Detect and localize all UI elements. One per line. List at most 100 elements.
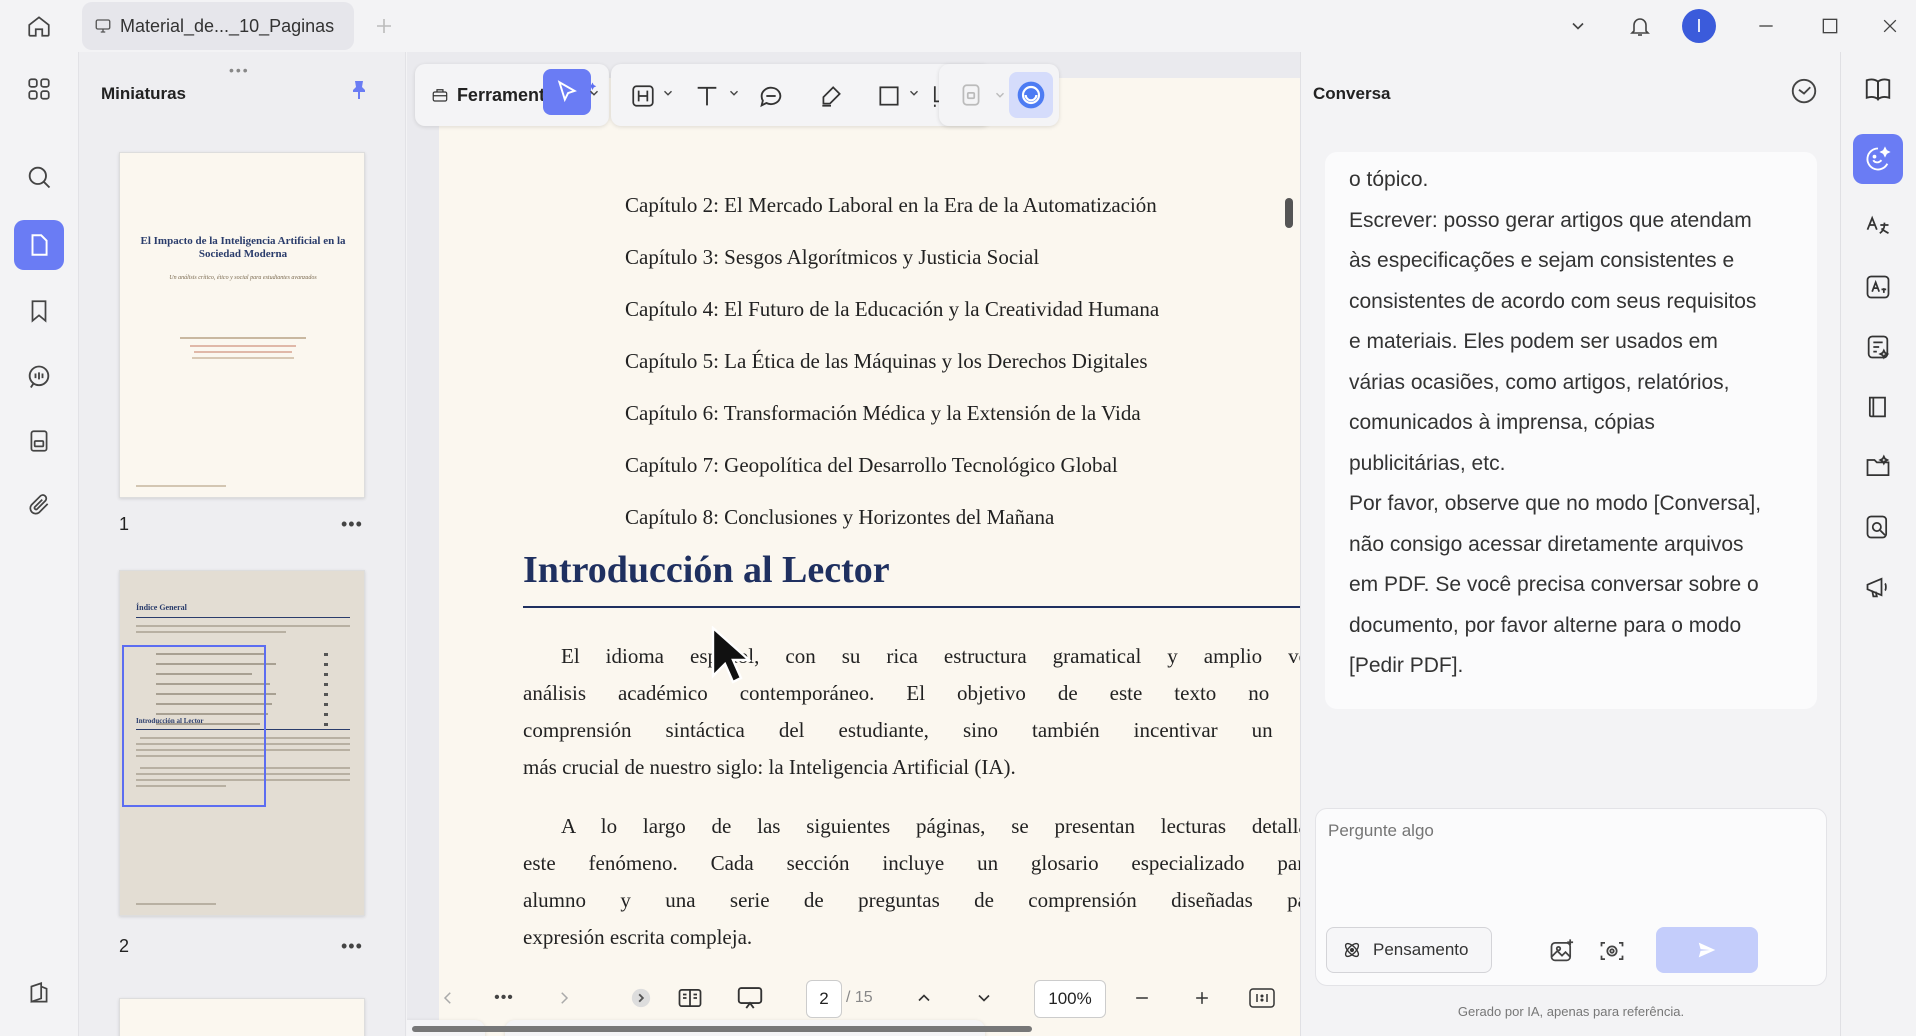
avatar[interactable]: I — [1682, 9, 1716, 43]
chevron-right-icon — [561, 992, 569, 1004]
chat-input[interactable] — [1328, 821, 1808, 841]
minimize-button[interactable] — [1748, 8, 1784, 44]
thumbnail-page-1-title: El Impacto de la Inteligencia Artificial… — [140, 235, 346, 260]
marker-icon — [822, 86, 841, 107]
chevron-down-icon[interactable] — [727, 86, 741, 100]
apps-button[interactable] — [14, 64, 64, 114]
thumbnail-line — [324, 653, 328, 656]
chevron-down-icon[interactable] — [661, 86, 675, 100]
next-button[interactable] — [546, 968, 582, 1028]
layers-button[interactable] — [14, 968, 64, 1018]
toc-entry[interactable]: Capítulo 7: Geopolítica del Desarrollo T… — [625, 453, 1118, 478]
document-tab[interactable]: Material_de..._10_Paginas — [82, 2, 354, 50]
message-line: e materiais. Eles podem ser usados em — [1349, 330, 1718, 353]
thumbnail-more-button[interactable]: ••• — [341, 514, 363, 535]
send-button[interactable] — [1656, 927, 1758, 973]
toc-entry[interactable]: Capítulo 2: El Mercado Laboral en la Era… — [625, 193, 1157, 218]
zoom-level[interactable]: 100% — [1034, 980, 1106, 1018]
thumbnail-line — [324, 693, 328, 696]
toc-entry[interactable]: Capítulo 5: La Ética de las Máquinas y l… — [625, 349, 1148, 374]
toc-entry[interactable]: Capítulo 8: Conclusiones y Horizontes de… — [625, 505, 1054, 530]
thumbnail-page-3[interactable] — [119, 998, 365, 1036]
comment-tool-button[interactable] — [751, 76, 791, 116]
close-button[interactable] — [1872, 8, 1908, 44]
insert-image-button[interactable] — [1544, 933, 1580, 969]
camera-icon — [1600, 941, 1624, 961]
tabs-dropdown-button[interactable] — [1560, 8, 1596, 44]
highlight-tool-button[interactable] — [811, 76, 851, 116]
right-rail — [1840, 52, 1916, 1036]
comments-button[interactable] — [14, 352, 64, 402]
plus-icon — [377, 19, 391, 33]
message-line: [Pedir PDF]. — [1349, 654, 1464, 677]
thinking-toggle-button[interactable]: Pensamento — [1326, 927, 1492, 973]
new-tab-button[interactable] — [372, 14, 396, 38]
search-icon — [28, 166, 51, 189]
message-line: Escrever: posso gerar artigos que atenda… — [1349, 208, 1752, 232]
thumbnails-button[interactable] — [14, 220, 64, 270]
ai-search-button[interactable] — [1853, 502, 1903, 552]
chevron-down-icon[interactable] — [993, 88, 1007, 102]
paragraph-line: expresión escrita compleja. — [523, 925, 753, 949]
panel-grip[interactable]: ••• — [229, 62, 250, 78]
megaphone-icon — [1866, 577, 1887, 598]
attachments-button[interactable] — [14, 480, 64, 530]
actual-size-button[interactable] — [1244, 968, 1280, 1028]
home-button[interactable] — [18, 10, 60, 42]
current-page-input[interactable]: 2 — [806, 980, 842, 1018]
ocr-translate-button[interactable] — [1853, 262, 1903, 312]
collapse-bar-button[interactable] — [626, 968, 656, 1028]
text-recognition-icon — [1866, 275, 1890, 299]
ai-chat-icon — [1866, 146, 1891, 171]
document-viewer[interactable]: Capítulo 2: El Mercado Laboral en la Era… — [407, 52, 1300, 1036]
page-down-button[interactable] — [964, 968, 1004, 1028]
horizontal-scrollbar[interactable] — [412, 1026, 1032, 1032]
search-button[interactable] — [14, 152, 64, 202]
screenshot-button[interactable] — [1594, 933, 1630, 969]
library-button[interactable] — [1853, 382, 1903, 432]
page-layout-button[interactable] — [670, 968, 710, 1028]
paragraph-line: comprensión sintáctica del estudiante, s… — [523, 718, 1300, 742]
translate-button[interactable] — [1853, 200, 1903, 250]
toc-entry[interactable]: Capítulo 3: Sesgos Algorítmicos y Justic… — [625, 245, 1039, 270]
nav-more-button[interactable]: ••• — [484, 968, 524, 1028]
shape-tool-button[interactable] — [869, 76, 909, 116]
text-tool-button[interactable] — [687, 76, 727, 116]
select-tool-button[interactable] — [543, 69, 591, 115]
thumbnail-page-1[interactable]: El Impacto de la Inteligencia Artificial… — [119, 152, 365, 498]
chevron-down-icon[interactable] — [587, 86, 601, 100]
zoom-out-button[interactable] — [1124, 968, 1160, 1028]
maximize-button[interactable] — [1812, 8, 1848, 44]
zoom-in-button[interactable] — [1184, 968, 1220, 1028]
attachments-doc-button[interactable] — [14, 416, 64, 466]
presentation-ai-button[interactable] — [1853, 562, 1903, 612]
folder-button[interactable] — [1853, 442, 1903, 492]
ai-chat-button[interactable] — [1853, 134, 1903, 184]
presentation-button[interactable] — [730, 968, 770, 1028]
ai-assistant-button[interactable] — [1009, 72, 1053, 118]
thumbnail-more-button[interactable]: ••• — [341, 936, 363, 957]
bookmarks-button[interactable] — [14, 286, 64, 336]
toc-entry[interactable]: Capítulo 6: Transformación Médica y la E… — [625, 401, 1141, 426]
maximize-icon — [1822, 18, 1838, 34]
notifications-button[interactable] — [1622, 8, 1658, 44]
thumbnail-viewport-indicator[interactable] — [122, 645, 266, 807]
paragraph-line: alumno y una serie de preguntas de compr… — [523, 888, 1300, 912]
thumbnail-page-2[interactable]: Índice General Introducción al Lector — [119, 570, 365, 916]
chevron-down-icon — [1572, 22, 1584, 30]
chevron-down-icon[interactable] — [907, 86, 921, 100]
pin-button[interactable] — [347, 78, 371, 102]
paragraph-line: El idioma español, con su rica estructur… — [561, 644, 1300, 668]
chevron-circle-icon — [631, 988, 651, 1008]
toc-entry[interactable]: Capítulo 4: El Futuro de la Educación y … — [625, 297, 1159, 322]
summarize-button[interactable] — [1853, 322, 1903, 372]
heading-tool-button[interactable] — [623, 76, 663, 116]
paragraph-2: A lo largo de las siguientes páginas, se… — [523, 808, 1300, 956]
previous-button[interactable] — [430, 968, 466, 1028]
thumbnail-line — [190, 345, 296, 347]
page-up-button[interactable] — [904, 968, 944, 1028]
vertical-scrollbar[interactable] — [1285, 198, 1293, 228]
chat-history-button[interactable] — [1789, 76, 1819, 106]
save-button[interactable] — [951, 75, 991, 115]
reader-mode-button[interactable] — [1853, 64, 1903, 114]
